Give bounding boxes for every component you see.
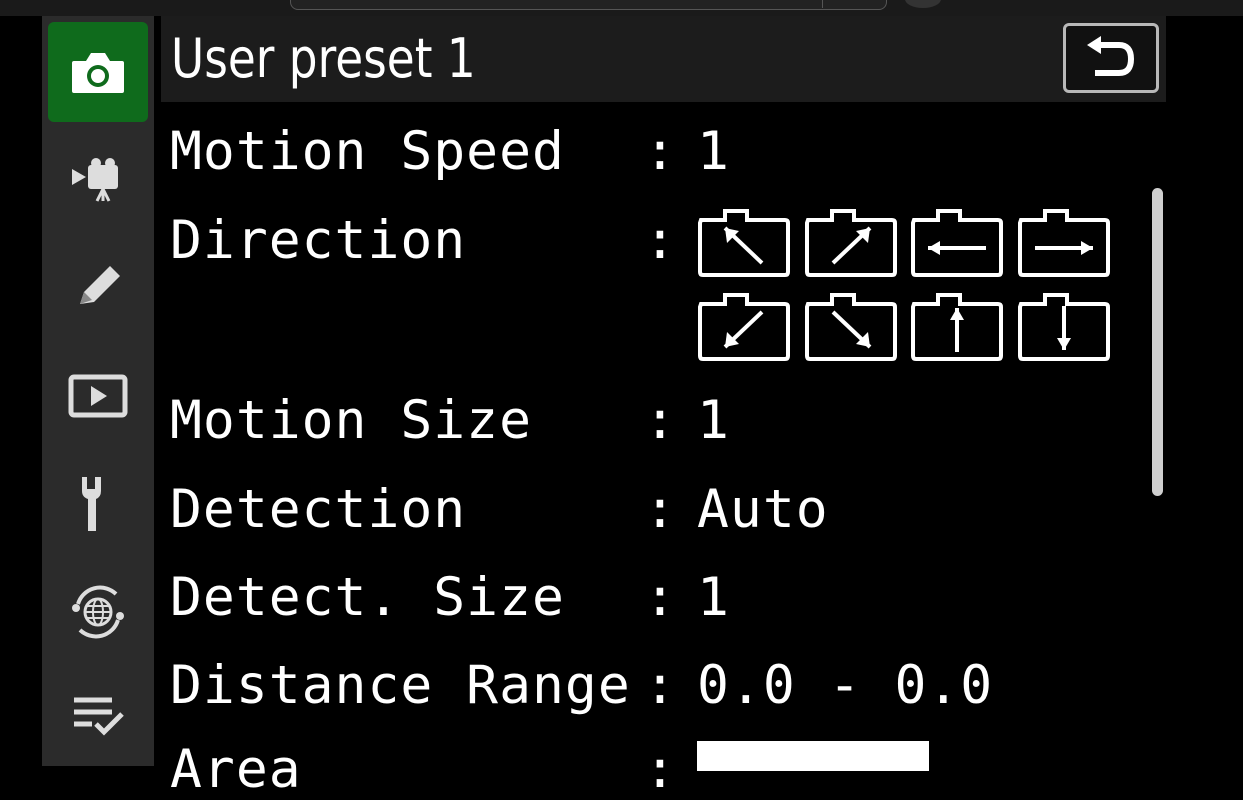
detect-size-label: Detect. Size [170, 567, 565, 628]
pencil-icon [80, 266, 120, 304]
arrow-up-left-icon [698, 209, 790, 277]
top-pill [290, 0, 887, 10]
arrow-down-right-icon [805, 293, 897, 361]
menu-header: User preset 1 [161, 16, 1166, 102]
sidebar-item-photo-shooting[interactable] [48, 22, 148, 122]
arrow-up-right-icon [805, 209, 897, 277]
motion-speed-value[interactable]: 1 [697, 122, 730, 182]
distance-range-value[interactable]: 0.0 - 0.0 [697, 656, 993, 716]
direction-separator: : [644, 210, 676, 271]
sidebar-item-playback[interactable] [48, 346, 148, 446]
menu-sidebar [42, 16, 154, 766]
motion-speed-separator: : [644, 121, 676, 182]
back-button[interactable] [1063, 23, 1159, 93]
motion-size-value[interactable]: 1 [697, 391, 730, 451]
top-status-strip [0, 0, 1243, 16]
sidebar-item-setup[interactable] [48, 454, 148, 554]
sidebar-item-network[interactable] [48, 562, 148, 662]
direction-up-button[interactable] [910, 292, 1004, 362]
arrow-right-icon [1018, 209, 1110, 277]
direction-down-left-button[interactable] [697, 292, 791, 362]
detect-size-separator: : [644, 567, 676, 628]
distance-range-separator: : [644, 655, 676, 716]
motion-size-label: Motion Size [170, 390, 532, 451]
area-separator: : [644, 739, 676, 800]
return-icon [1087, 36, 1135, 76]
my-menu-checklist-icon [74, 697, 124, 736]
scrollbar[interactable] [1152, 188, 1163, 496]
detection-label: Detection [170, 479, 467, 540]
detect-size-value[interactable]: 1 [697, 568, 730, 628]
network-globe-icon [72, 585, 124, 639]
top-pill-divider [822, 0, 823, 8]
direction-right-button[interactable] [1017, 208, 1111, 278]
sidebar-item-movie-shooting[interactable] [48, 130, 148, 230]
detection-separator: : [644, 479, 676, 540]
sidebar-item-retouch[interactable] [48, 238, 148, 338]
distance-range-label: Distance Range [170, 655, 631, 716]
top-dot [905, 0, 941, 8]
direction-down-right-button[interactable] [804, 292, 898, 362]
direction-down-button[interactable] [1017, 292, 1111, 362]
arrow-down-left-icon [698, 293, 790, 361]
movie-camera-icon [72, 158, 118, 202]
area-value-box[interactable] [697, 741, 929, 771]
arrow-up-icon [911, 293, 1003, 361]
direction-label: Direction [170, 210, 467, 271]
wrench-icon [82, 477, 101, 531]
camera-icon [72, 53, 124, 93]
motion-speed-label: Motion Speed [170, 121, 565, 182]
motion-size-separator: : [644, 390, 676, 451]
direction-up-left-button[interactable] [697, 208, 791, 278]
page-title: User preset 1 [171, 27, 476, 90]
direction-left-button[interactable] [910, 208, 1004, 278]
direction-up-right-button[interactable] [804, 208, 898, 278]
area-label: Area [170, 739, 302, 800]
sidebar-item-my-menu[interactable] [48, 666, 148, 766]
direction-grid [697, 208, 1113, 362]
playback-icon [68, 374, 128, 418]
arrow-left-icon [911, 209, 1003, 277]
detection-value[interactable]: Auto [697, 480, 829, 540]
arrow-down-icon [1018, 293, 1110, 361]
